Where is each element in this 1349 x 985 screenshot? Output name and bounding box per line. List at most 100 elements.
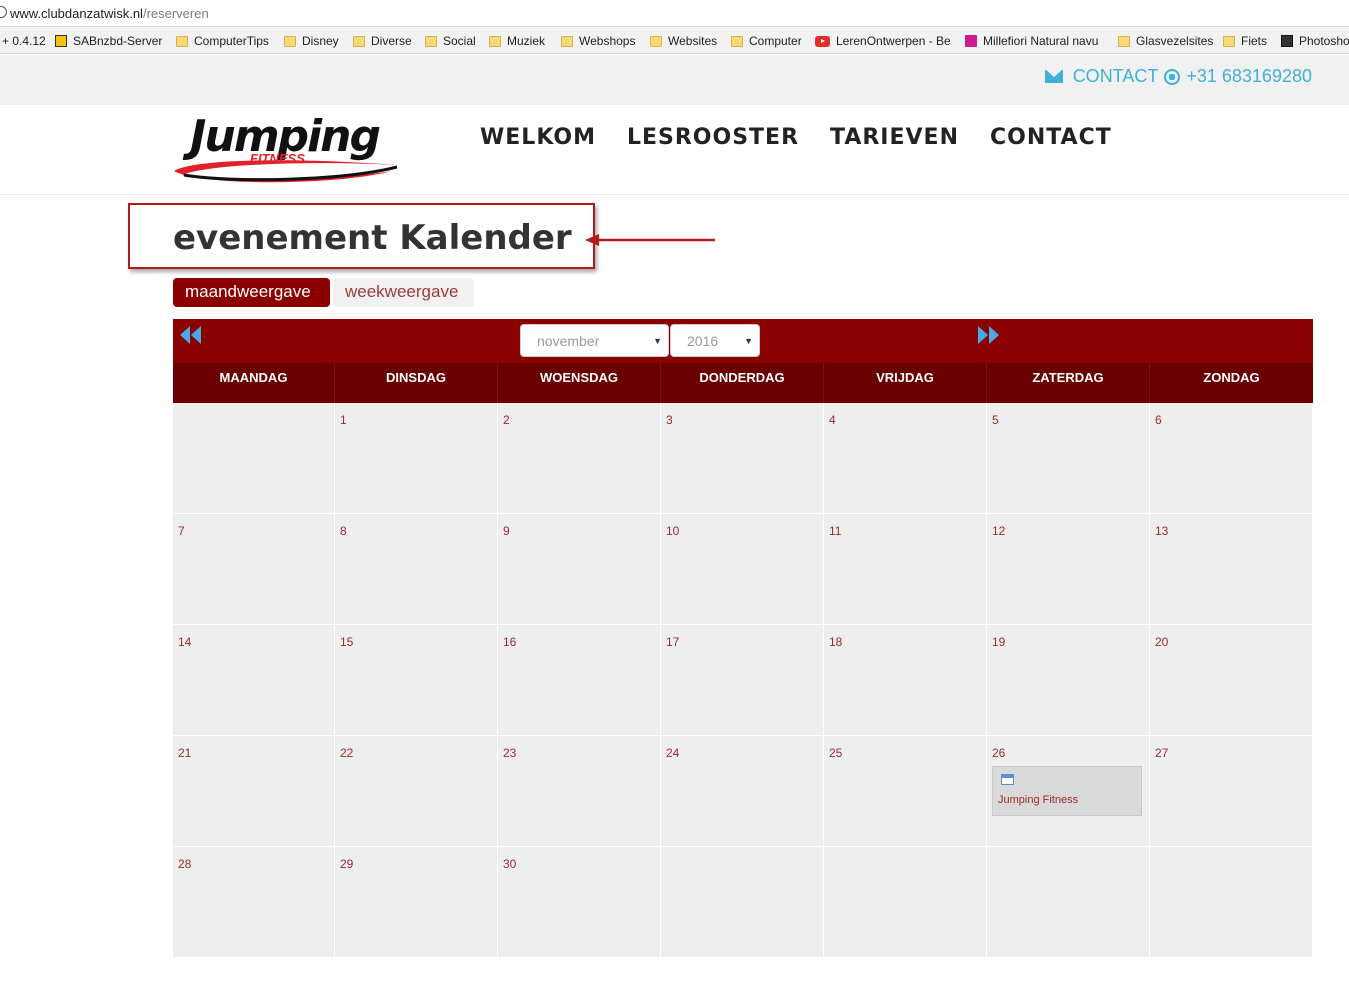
day-cell[interactable]: 12	[987, 514, 1150, 625]
day-cell[interactable]: 1	[335, 403, 498, 514]
day-cell[interactable]	[173, 403, 335, 514]
day-cell[interactable]: 27	[1150, 736, 1313, 847]
bookmark-item[interactable]: Photoshop	[1281, 33, 1349, 49]
folder-icon	[425, 35, 437, 47]
folder-icon	[1118, 35, 1130, 47]
day-cell[interactable]: 9	[498, 514, 661, 625]
day-cell[interactable]: 21	[173, 736, 335, 847]
folder-icon	[1223, 35, 1235, 47]
day-number: 11	[829, 524, 842, 538]
info-icon[interactable]	[0, 6, 7, 18]
day-number: 1	[340, 413, 347, 427]
next-month-icon[interactable]	[976, 326, 1000, 344]
folder-icon	[731, 35, 743, 47]
bookmark-item[interactable]: SABnzbd-Server	[55, 33, 162, 49]
day-number: 22	[340, 746, 354, 760]
day-cell[interactable]: 28	[173, 847, 335, 958]
day-cell[interactable]: 16	[498, 625, 661, 736]
bookmark-label: Diverse	[371, 34, 412, 48]
bookmark-label: Social	[443, 34, 476, 48]
sab-icon	[55, 35, 67, 47]
day-cell[interactable]: 23	[498, 736, 661, 847]
weekday-label: ZATERDAG	[987, 363, 1150, 403]
folder-icon	[284, 35, 296, 47]
bookmark-item[interactable]: + 0.4.12	[2, 33, 46, 49]
day-cell[interactable]: 18	[824, 625, 987, 736]
day-cell[interactable]: 20	[1150, 625, 1313, 736]
bookmark-item[interactable]: Webshops	[561, 33, 635, 49]
day-cell[interactable]: 11	[824, 514, 987, 625]
bookmark-label: Millefiori Natural navu	[983, 34, 1099, 48]
bookmark-item[interactable]: Computer	[731, 33, 802, 49]
month-view-button[interactable]: maandweergave	[173, 278, 330, 307]
day-cell[interactable]: 19	[987, 625, 1150, 736]
day-cell[interactable]: 5	[987, 403, 1150, 514]
day-cell[interactable]: 25	[824, 736, 987, 847]
day-number: 8	[340, 524, 347, 538]
day-cell[interactable]	[661, 847, 824, 958]
day-cell[interactable]: 17	[661, 625, 824, 736]
day-number: 28	[178, 857, 192, 871]
day-cell[interactable]: 4	[824, 403, 987, 514]
day-number: 23	[503, 746, 517, 760]
chevron-down-icon: ▼	[653, 336, 662, 346]
day-cell[interactable]	[987, 847, 1150, 958]
phone-link[interactable]: +31 683169280	[1186, 66, 1312, 87]
weekday-label: DINSDAG	[335, 363, 498, 403]
youtube-icon	[815, 35, 830, 47]
day-number: 19	[992, 635, 1006, 649]
month-select[interactable]: november ▼	[520, 324, 669, 357]
day-cell[interactable]: 2	[498, 403, 661, 514]
url-path: /reserveren	[142, 6, 209, 21]
day-cell[interactable]: 6	[1150, 403, 1313, 514]
bookmark-item[interactable]: ComputerTips	[176, 33, 269, 49]
bookmark-item[interactable]: Millefiori Natural navu	[965, 33, 1103, 49]
bookmark-item[interactable]: Diverse	[353, 33, 412, 49]
bookmark-label: Photoshop	[1299, 34, 1349, 48]
day-cell[interactable]: 3	[661, 403, 824, 514]
url-text[interactable]: www.clubdanzatwisk.nl/reserveren	[10, 6, 209, 21]
day-cell[interactable]: 29	[335, 847, 498, 958]
bookmark-item[interactable]: Social	[425, 33, 476, 49]
week-view-button[interactable]: weekweergave	[333, 278, 474, 307]
day-cell[interactable]: 14	[173, 625, 335, 736]
bookmark-item[interactable]: LerenOntwerpen - Be	[815, 33, 950, 49]
address-bar[interactable]: www.clubdanzatwisk.nl/reserveren	[0, 0, 1349, 27]
day-cell[interactable]: 26 Jumping Fitness	[987, 736, 1150, 847]
nav-contact[interactable]: CONTACT	[990, 125, 1112, 150]
day-number: 27	[1155, 746, 1169, 760]
folder-icon	[176, 35, 188, 47]
main-nav: WELKOM LESROOSTER TARIEVEN CONTACT	[480, 125, 1143, 150]
day-cell[interactable]: 8	[335, 514, 498, 625]
calendar-event[interactable]: Jumping Fitness	[992, 766, 1142, 816]
bookmark-item[interactable]: Disney	[284, 33, 339, 49]
bookmark-item[interactable]: Websites	[650, 33, 717, 49]
day-cell[interactable]: 10	[661, 514, 824, 625]
chevron-down-icon: ▼	[744, 336, 753, 346]
day-cell[interactable]: 30	[498, 847, 661, 958]
day-number: 6	[1155, 413, 1162, 427]
day-number: 9	[503, 524, 510, 538]
url-host: www.clubdanzatwisk.nl	[10, 6, 143, 21]
year-select[interactable]: 2016 ▼	[670, 324, 760, 357]
nav-tarieven[interactable]: TARIEVEN	[830, 125, 959, 150]
contact-link[interactable]: CONTACT	[1073, 66, 1159, 87]
day-cell[interactable]: 13	[1150, 514, 1313, 625]
bookmark-label: Webshops	[579, 34, 636, 48]
jumping-fitness-logo[interactable]: Jumping FITNESS	[172, 111, 426, 183]
bookmark-item[interactable]: Muziek	[489, 33, 545, 49]
previous-month-icon[interactable]	[179, 326, 203, 344]
day-number: 16	[503, 635, 517, 649]
bookmark-item[interactable]: Fiets	[1223, 33, 1267, 49]
day-cell[interactable]: 24	[661, 736, 824, 847]
nav-welkom[interactable]: WELKOM	[480, 125, 596, 150]
bookmark-item[interactable]: Glasvezelsites	[1118, 33, 1213, 49]
photoshop-icon	[1281, 35, 1293, 47]
day-cell[interactable]: 15	[335, 625, 498, 736]
event-title[interactable]: Jumping Fitness	[998, 794, 1078, 806]
day-cell[interactable]	[824, 847, 987, 958]
day-cell[interactable]: 7	[173, 514, 335, 625]
nav-lesrooster[interactable]: LESROOSTER	[627, 125, 799, 150]
day-cell[interactable]: 22	[335, 736, 498, 847]
day-cell[interactable]	[1150, 847, 1313, 958]
